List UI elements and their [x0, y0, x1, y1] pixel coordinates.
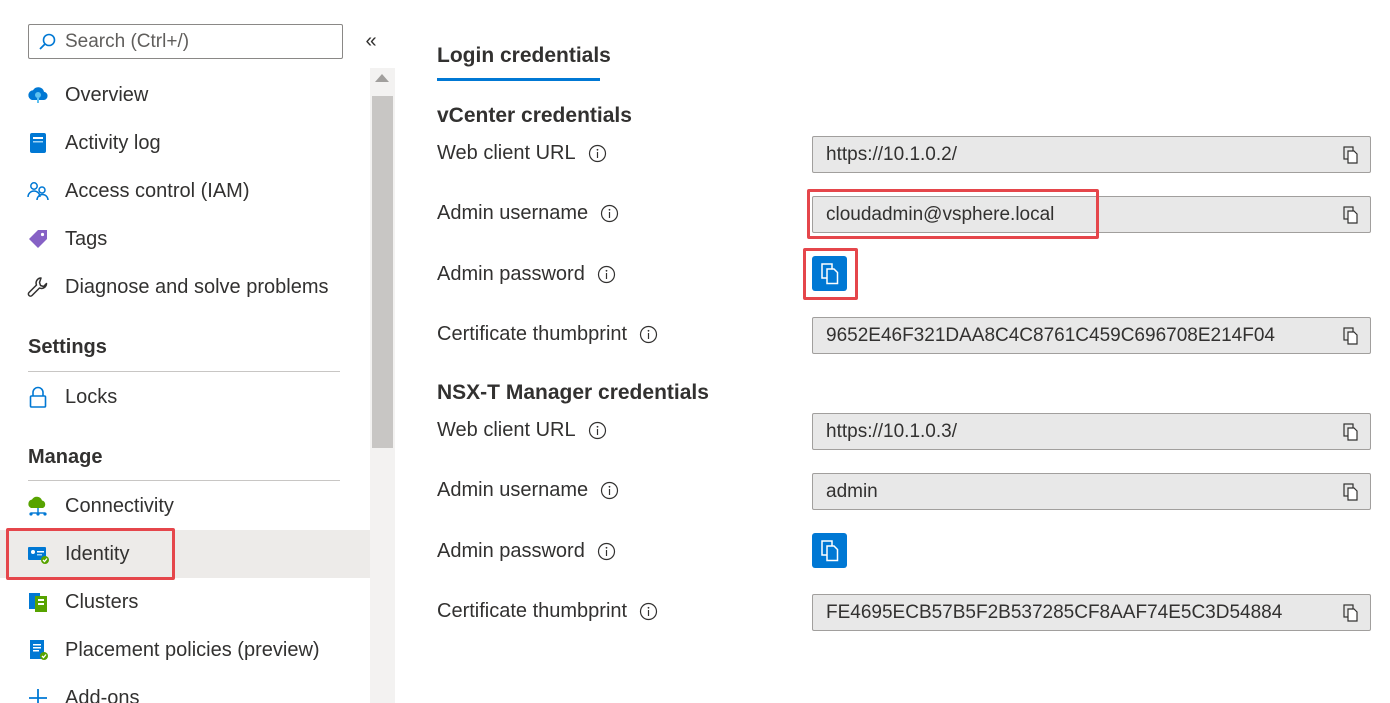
policy-icon: [26, 638, 50, 662]
lock-icon: [26, 385, 50, 409]
copy-icon[interactable]: [1341, 145, 1361, 165]
sidebar-item-label: Diagnose and solve problems: [65, 275, 329, 298]
field-value: cloudadmin@vsphere.local: [826, 203, 1055, 225]
tag-icon: [26, 227, 50, 251]
label-text: Certificate thumbprint: [437, 323, 628, 345]
activity-log-icon: [26, 131, 50, 155]
vcenter-admin-username-label: Admin username: [437, 202, 619, 225]
info-icon[interactable]: [588, 421, 607, 440]
sidebar-item-access-control[interactable]: Access control (IAM): [0, 167, 370, 215]
sidebar-item-label: Overview: [65, 83, 149, 106]
divider: [28, 371, 340, 372]
divider: [28, 480, 340, 481]
sidebar-item-label: Add-ons: [65, 686, 140, 703]
label-text: Web client URL: [437, 419, 576, 441]
info-icon[interactable]: [597, 265, 616, 284]
sidebar-item-add-ons[interactable]: Add-ons: [0, 674, 370, 703]
sidebar-item-label: Activity log: [65, 131, 161, 154]
copy-icon[interactable]: [1341, 205, 1361, 225]
copy-icon[interactable]: [1341, 603, 1361, 623]
info-icon[interactable]: [639, 325, 658, 344]
search-icon: [37, 32, 57, 52]
nsxt-cert-thumbprint-field[interactable]: FE4695ECB57B5F2B537285CF8AAF74E5C3D54884: [812, 594, 1371, 631]
sidebar-item-locks[interactable]: Locks: [0, 373, 370, 421]
nsxt-admin-username-label: Admin username: [437, 479, 619, 502]
section-heading-settings: Settings: [28, 336, 107, 358]
vcenter-web-client-url-field[interactable]: https://10.1.0.2/: [812, 136, 1371, 173]
main-content: Login credentials vCenter credentials We…: [395, 0, 1390, 703]
scrollbar-thumb[interactable]: [372, 96, 393, 448]
tab-login-credentials[interactable]: Login credentials: [437, 44, 611, 68]
scroll-up-arrow-icon[interactable]: [375, 74, 389, 82]
nsxt-web-client-url-label: Web client URL: [437, 419, 607, 442]
field-value: FE4695ECB57B5F2B537285CF8AAF74E5C3D54884: [826, 601, 1283, 623]
vcenter-cert-thumbprint-field[interactable]: 9652E46F321DAA8C4C8761C459C696708E214F04: [812, 317, 1371, 354]
nsxt-web-client-url-field[interactable]: https://10.1.0.3/: [812, 413, 1371, 450]
sidebar-item-identity[interactable]: Identity: [0, 530, 370, 578]
resource-menu: Search (Ctrl+/) « Overview Activity log …: [0, 0, 377, 703]
sidebar-item-connectivity[interactable]: Connectivity: [0, 482, 370, 530]
copy-icon[interactable]: [1341, 422, 1361, 442]
field-value: https://10.1.0.3/: [826, 420, 957, 442]
search-input[interactable]: Search (Ctrl+/): [65, 31, 189, 53]
copy-vcenter-password-button[interactable]: [812, 256, 847, 291]
nsxt-admin-username-field[interactable]: admin: [812, 473, 1371, 510]
label-text: Admin username: [437, 202, 589, 224]
sidebar-item-label: Access control (IAM): [65, 179, 250, 202]
vcenter-web-client-url-label: Web client URL: [437, 142, 607, 165]
sidebar-item-label: Tags: [65, 227, 108, 250]
sidebar-scrollbar[interactable]: [370, 68, 395, 703]
people-icon: [26, 179, 50, 203]
copy-icon: [820, 262, 838, 284]
wrench-icon: [26, 275, 50, 299]
copy-icon[interactable]: [1341, 326, 1361, 346]
clusters-icon: [26, 590, 50, 614]
section-heading-manage: Manage: [28, 446, 103, 468]
field-value: 9652E46F321DAA8C4C8761C459C696708E214F04: [826, 324, 1275, 346]
sidebar-item-label: Identity: [65, 542, 130, 565]
copy-icon[interactable]: [1341, 482, 1361, 502]
nsxt-admin-password-label: Admin password: [437, 540, 616, 563]
overview-cloud-icon: [26, 83, 50, 107]
copy-icon: [820, 539, 838, 561]
info-icon[interactable]: [597, 542, 616, 561]
nsxt-credentials-heading: NSX-T Manager credentials: [437, 381, 709, 404]
field-value: https://10.1.0.2/: [826, 143, 957, 165]
sidebar-item-label: Locks: [65, 385, 118, 408]
nsxt-cert-thumbprint-label: Certificate thumbprint: [437, 600, 658, 623]
sidebar-item-diagnose[interactable]: Diagnose and solve problems: [0, 263, 370, 311]
sidebar-item-label: Clusters: [65, 590, 139, 613]
info-icon[interactable]: [600, 481, 619, 500]
plus-icon: [26, 686, 50, 703]
search-box[interactable]: Search (Ctrl+/): [28, 24, 343, 59]
label-text: Web client URL: [437, 142, 576, 164]
sidebar-item-overview[interactable]: Overview: [0, 71, 370, 119]
vcenter-cert-thumbprint-label: Certificate thumbprint: [437, 323, 658, 346]
label-text: Admin password: [437, 540, 585, 562]
sidebar-item-tags[interactable]: Tags: [0, 215, 370, 263]
collapse-menu-button[interactable]: «: [360, 30, 382, 53]
sidebar-item-placement-policies[interactable]: Placement policies (preview): [0, 626, 370, 674]
sidebar-item-label: Placement policies (preview): [65, 638, 320, 661]
connectivity-icon: [26, 494, 50, 518]
vcenter-admin-password-label: Admin password: [437, 263, 616, 286]
sidebar-item-activity-log[interactable]: Activity log: [0, 119, 370, 167]
copy-nsxt-password-button[interactable]: [812, 533, 847, 568]
identity-card-icon: [26, 542, 50, 566]
active-tab-indicator: [437, 78, 600, 81]
field-value: admin: [826, 480, 878, 502]
vcenter-credentials-heading: vCenter credentials: [437, 104, 632, 127]
sidebar-item-label: Connectivity: [65, 494, 174, 517]
info-icon[interactable]: [600, 204, 619, 223]
info-icon[interactable]: [588, 144, 607, 163]
label-text: Certificate thumbprint: [437, 600, 628, 622]
label-text: Admin password: [437, 263, 585, 285]
sidebar-item-clusters[interactable]: Clusters: [0, 578, 370, 626]
vcenter-admin-username-field[interactable]: cloudadmin@vsphere.local: [812, 196, 1371, 233]
info-icon[interactable]: [639, 602, 658, 621]
label-text: Admin username: [437, 479, 589, 501]
